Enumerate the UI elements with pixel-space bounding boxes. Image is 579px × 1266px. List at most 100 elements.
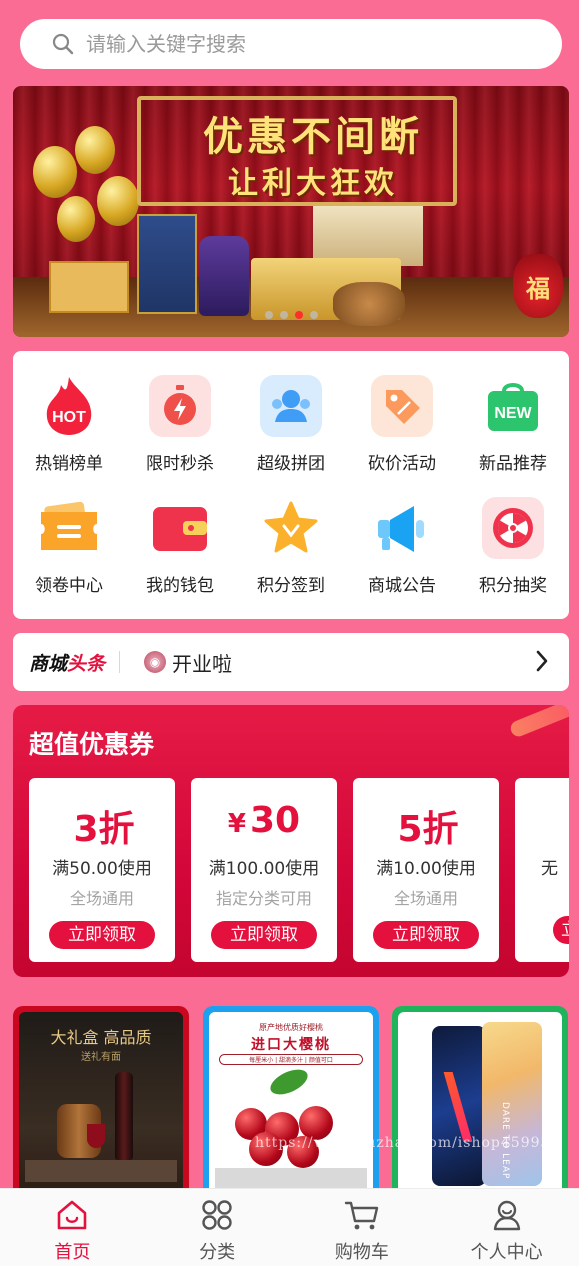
banner-subtitle: 让利大狂欢 [228, 166, 398, 201]
menu-item-wallet[interactable]: 我的钱包 [126, 497, 234, 596]
hot-flame-icon: HOT [38, 375, 100, 437]
coupon-amount: 3折 [73, 809, 135, 850]
coupon-section: 超值优惠券 3折 满50.00使用 全场通用 立即领取 ¥30 满100.00使… [13, 705, 569, 977]
tab-label: 首页 [54, 1242, 91, 1263]
wine-glass [87, 1124, 105, 1148]
search-input[interactable] [86, 32, 506, 56]
product-image: DARE TO LEAP [398, 1012, 562, 1206]
megaphone-icon [371, 497, 433, 559]
star-icon [260, 497, 322, 559]
coupon-condition: 无 [541, 859, 558, 879]
news-ticker[interactable]: 商城头条 ◉ 开业啦 [13, 633, 569, 691]
carousel-dot[interactable] [279, 311, 288, 319]
coupon-amount [515, 800, 569, 848]
gift-box [49, 261, 129, 313]
menu-item-announcement[interactable]: 商城公告 [348, 497, 456, 596]
ticket-icon [38, 497, 100, 559]
menu-item-label: 积分抽奖 [479, 576, 547, 596]
hot-badge-text: HOT [52, 409, 86, 426]
feature-menu: HOT 热销榜单 限时秒杀 超级拼团 砍价活动 NEW 新品推荐 领卷中心 我的… [13, 351, 569, 619]
product-text: 送礼有面 [81, 1052, 121, 1063]
coupon-scope: 全场通用 [69, 889, 134, 908]
decoration-stripe [508, 705, 569, 739]
tab-cart[interactable]: 购物车 [290, 1189, 435, 1266]
news-brand-a: 商城 [29, 652, 68, 675]
coupon-condition: 满50.00使用 [52, 859, 152, 879]
balloon-decoration [75, 126, 115, 174]
menu-item-label: 领卷中心 [35, 576, 103, 596]
claim-coupon-button[interactable]: 立 [553, 916, 569, 944]
claim-coupon-button[interactable]: 立即领取 [373, 921, 479, 949]
carousel-dot[interactable] [309, 311, 318, 319]
coupon-card[interactable]: 5折 满10.00使用 全场通用 立即领取 [353, 778, 499, 962]
balloon-decoration [57, 196, 95, 242]
group-users-icon [260, 375, 322, 437]
product-box [137, 214, 197, 314]
tab-label: 购物车 [334, 1242, 389, 1263]
menu-item-flash-sale[interactable]: 限时秒杀 [126, 375, 234, 474]
watermark-text: https://www.huzhan.com/ishop45993 [255, 1135, 551, 1151]
coupon-card[interactable]: ¥30 满100.00使用 指定分类可用 立即领取 [191, 778, 337, 962]
menu-item-checkin[interactable]: 积分签到 [237, 497, 345, 596]
carousel-dots [13, 311, 569, 319]
bottom-tab-bar: 首页 分类 购物车 个人中心 [0, 1188, 579, 1266]
coupon-section-title: 超值优惠券 [29, 730, 155, 759]
product-text: 每厘米小 | 甜滴多汁 | 颜值可口 [219, 1054, 363, 1065]
news-brand: 商城头条 [29, 649, 105, 676]
menu-item-group-buy[interactable]: 超级拼团 [237, 375, 345, 474]
divider [119, 651, 121, 673]
stopwatch-icon [149, 375, 211, 437]
tab-label: 个人中心 [470, 1242, 543, 1263]
search-bar[interactable] [20, 19, 562, 69]
display-stand [25, 1160, 177, 1182]
coupon-condition: 满10.00使用 [376, 859, 476, 879]
product-text: 原产地优质好樱桃 [259, 1023, 323, 1032]
price-tag-icon [371, 375, 433, 437]
menu-item-hot[interactable]: HOT 热销榜单 [15, 375, 123, 474]
tab-profile[interactable]: 个人中心 [434, 1189, 579, 1266]
balloon-decoration [97, 176, 139, 226]
menu-item-lottery[interactable]: 积分抽奖 [459, 497, 567, 596]
news-text[interactable]: 开业啦 [172, 648, 232, 677]
coupon-card[interactable]: 3折 满50.00使用 全场通用 立即领取 [29, 778, 175, 962]
menu-item-label: 商城公告 [368, 576, 436, 596]
coupon-condition: 满100.00使用 [208, 859, 320, 879]
product-image: 大礼盒 高品质 送礼有面 [19, 1012, 183, 1206]
menu-item-label: 新品推荐 [479, 454, 547, 474]
coupon-amount: ¥30 [227, 800, 301, 841]
carousel-dot[interactable] [264, 311, 273, 319]
wallet-icon [149, 497, 211, 559]
product-card[interactable]: DARE TO LEAP [392, 1006, 568, 1206]
lottery-wheel-icon [482, 497, 544, 559]
product-card[interactable]: 大礼盒 高品质 送礼有面 [13, 1006, 189, 1206]
fortune-bag: 福 [513, 254, 563, 318]
owl-icon: ◉ [144, 651, 167, 673]
coupon-card-partial[interactable]: 无 立 [515, 778, 569, 962]
carousel-dot-active[interactable] [294, 311, 303, 319]
chevron-right-icon[interactable] [535, 649, 549, 673]
promo-banner[interactable]: 福 优惠不间断 让利大狂欢 [13, 86, 569, 337]
product-image: 原产地优质好樱桃 进口大樱桃 每厘米小 | 甜滴多汁 | 颜值可口 [209, 1012, 373, 1206]
wine-bottle [115, 1072, 133, 1160]
menu-item-label: 砍价活动 [368, 454, 436, 474]
claim-coupon-button[interactable]: 立即领取 [49, 921, 155, 949]
cherry-leaf [266, 1064, 312, 1100]
coupon-scope [515, 885, 569, 904]
claim-coupon-button[interactable]: 立即领取 [211, 921, 317, 949]
new-bag-icon: NEW [482, 375, 544, 437]
display-stand [215, 1168, 367, 1188]
category-grid-icon [202, 1200, 232, 1230]
banner-title: 优惠不间断 [203, 113, 423, 160]
product-card[interactable]: 原产地优质好樱桃 进口大樱桃 每厘米小 | 甜滴多汁 | 颜值可口 [203, 1006, 379, 1206]
menu-item-label: 限时秒杀 [146, 454, 214, 474]
menu-item-bargain[interactable]: 砍价活动 [348, 375, 456, 474]
search-icon [52, 33, 74, 55]
product-text: 进口大樱桃 [251, 1037, 331, 1053]
coupon-amount: 5折 [397, 809, 459, 850]
product-text: 大礼盒 高品质 [50, 1028, 152, 1047]
menu-item-new-arrivals[interactable]: NEW 新品推荐 [459, 375, 567, 474]
tab-category[interactable]: 分类 [145, 1189, 290, 1266]
menu-item-coupon-center[interactable]: 领卷中心 [15, 497, 123, 596]
tab-home[interactable]: 首页 [0, 1189, 145, 1266]
product-nuts [333, 282, 405, 326]
